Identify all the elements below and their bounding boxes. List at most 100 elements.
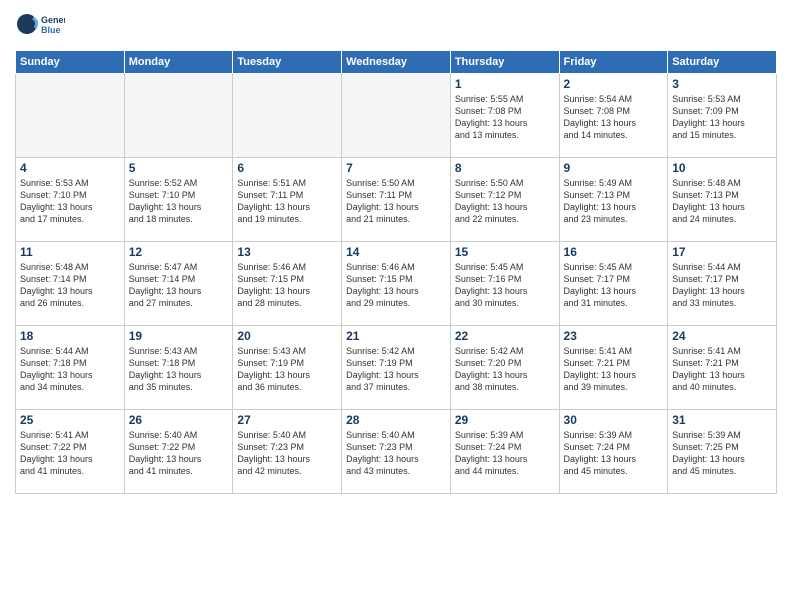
calendar-cell: 12Sunrise: 5:47 AM Sunset: 7:14 PM Dayli… [124,242,233,326]
day-number: 26 [129,413,229,427]
calendar-cell: 31 Sunrise: 5:39 AM Sunset: 7:25 PM Dayli… [668,410,777,494]
logo-svg: GeneralBlue [15,10,65,42]
day-info: Sunrise: 5:39 AM Sunset: 7:24 PM Dayligh… [564,429,664,478]
day-info: Sunrise: 5:50 AM Sunset: 7:12 PM Dayligh… [455,177,555,226]
day-number: 19 [129,329,229,343]
calendar-cell: 9 Sunrise: 5:49 AM Sunset: 7:13 PM Daylig… [559,158,668,242]
day-info: Sunrise: 5:45 AM Sunset: 7:16 PM Dayligh… [455,261,555,310]
calendar-cell: 19Sunrise: 5:43 AM Sunset: 7:18 PM Dayli… [124,326,233,410]
weekday-header-friday: Friday [559,51,668,74]
day-info: Sunrise: 5:49 AM Sunset: 7:13 PM Dayligh… [564,177,664,226]
calendar-cell: 6Sunrise: 5:51 AM Sunset: 7:11 PM Daylig… [233,158,342,242]
day-number: 5 [129,161,229,175]
page: GeneralBlue SundayMondayTuesdayWednesday… [0,0,792,612]
day-number: 17 [672,245,772,259]
day-info: Sunrise: 5:41 AM Sunset: 7:21 PM Dayligh… [564,345,664,394]
calendar-cell: 10 Sunrise: 5:48 AM Sunset: 7:13 PM Dayli… [668,158,777,242]
day-info: Sunrise: 5:42 AM Sunset: 7:19 PM Dayligh… [346,345,446,394]
calendar-cell [124,74,233,158]
weekday-header-monday: Monday [124,51,233,74]
calendar-cell: 4 Sunrise: 5:53 AM Sunset: 7:10 PM Daylig… [16,158,125,242]
weekday-header-thursday: Thursday [450,51,559,74]
calendar-cell: 3 Sunrise: 5:53 AM Sunset: 7:09 PM Daylig… [668,74,777,158]
calendar-week-3: 18Sunrise: 5:44 AM Sunset: 7:18 PM Dayli… [16,326,777,410]
day-number: 16 [564,245,664,259]
calendar-cell: 16 Sunrise: 5:45 AM Sunset: 7:17 PM Dayli… [559,242,668,326]
day-info: Sunrise: 5:39 AM Sunset: 7:24 PM Dayligh… [455,429,555,478]
day-number: 22 [455,329,555,343]
day-info: Sunrise: 5:46 AM Sunset: 7:15 PM Dayligh… [237,261,337,310]
day-number: 27 [237,413,337,427]
day-number: 8 [455,161,555,175]
day-info: Sunrise: 5:40 AM Sunset: 7:23 PM Dayligh… [346,429,446,478]
calendar-cell: 2Sunrise: 5:54 AM Sunset: 7:08 PM Daylig… [559,74,668,158]
calendar-cell: 11 Sunrise: 5:48 AM Sunset: 7:14 PM Dayli… [16,242,125,326]
day-info: Sunrise: 5:48 AM Sunset: 7:14 PM Dayligh… [20,261,120,310]
calendar-cell: 17 Sunrise: 5:44 AM Sunset: 7:17 PM Dayli… [668,242,777,326]
weekday-header-saturday: Saturday [668,51,777,74]
calendar-cell: 20Sunrise: 5:43 AM Sunset: 7:19 PM Dayli… [233,326,342,410]
calendar-cell: 23 Sunrise: 5:41 AM Sunset: 7:21 PM Dayli… [559,326,668,410]
calendar-cell: 14 Sunrise: 5:46 AM Sunset: 7:15 PM Dayli… [342,242,451,326]
day-number: 3 [672,77,772,91]
day-number: 7 [346,161,446,175]
calendar-cell: 18Sunrise: 5:44 AM Sunset: 7:18 PM Dayli… [16,326,125,410]
day-info: Sunrise: 5:42 AM Sunset: 7:20 PM Dayligh… [455,345,555,394]
calendar-cell: 24 Sunrise: 5:41 AM Sunset: 7:21 PM Dayli… [668,326,777,410]
day-number: 28 [346,413,446,427]
day-number: 11 [20,245,120,259]
calendar-week-1: 4 Sunrise: 5:53 AM Sunset: 7:10 PM Daylig… [16,158,777,242]
day-info: Sunrise: 5:41 AM Sunset: 7:21 PM Dayligh… [672,345,772,394]
calendar-cell: 22 Sunrise: 5:42 AM Sunset: 7:20 PM Dayli… [450,326,559,410]
calendar-cell: 15Sunrise: 5:45 AM Sunset: 7:16 PM Dayli… [450,242,559,326]
day-number: 23 [564,329,664,343]
calendar-cell: 13 Sunrise: 5:46 AM Sunset: 7:15 PM Dayli… [233,242,342,326]
day-info: Sunrise: 5:39 AM Sunset: 7:25 PM Dayligh… [672,429,772,478]
day-info: Sunrise: 5:53 AM Sunset: 7:10 PM Dayligh… [20,177,120,226]
calendar-cell: 21 Sunrise: 5:42 AM Sunset: 7:19 PM Dayli… [342,326,451,410]
day-info: Sunrise: 5:55 AM Sunset: 7:08 PM Dayligh… [455,93,555,142]
day-number: 1 [455,77,555,91]
calendar-cell: 28 Sunrise: 5:40 AM Sunset: 7:23 PM Dayli… [342,410,451,494]
day-number: 25 [20,413,120,427]
weekday-header-row: SundayMondayTuesdayWednesdayThursdayFrid… [16,51,777,74]
calendar-table: SundayMondayTuesdayWednesdayThursdayFrid… [15,50,777,494]
logo: GeneralBlue [15,10,65,42]
calendar-cell: 1 Sunrise: 5:55 AM Sunset: 7:08 PM Daylig… [450,74,559,158]
weekday-header-wednesday: Wednesday [342,51,451,74]
day-number: 21 [346,329,446,343]
day-info: Sunrise: 5:48 AM Sunset: 7:13 PM Dayligh… [672,177,772,226]
day-info: Sunrise: 5:43 AM Sunset: 7:19 PM Dayligh… [237,345,337,394]
calendar-week-4: 25 Sunrise: 5:41 AM Sunset: 7:22 PM Dayli… [16,410,777,494]
day-info: Sunrise: 5:45 AM Sunset: 7:17 PM Dayligh… [564,261,664,310]
day-info: Sunrise: 5:50 AM Sunset: 7:11 PM Dayligh… [346,177,446,226]
day-info: Sunrise: 5:40 AM Sunset: 7:23 PM Dayligh… [237,429,337,478]
day-number: 24 [672,329,772,343]
day-number: 18 [20,329,120,343]
calendar-cell: 29Sunrise: 5:39 AM Sunset: 7:24 PM Dayli… [450,410,559,494]
day-number: 4 [20,161,120,175]
day-number: 13 [237,245,337,259]
weekday-header-tuesday: Tuesday [233,51,342,74]
day-info: Sunrise: 5:41 AM Sunset: 7:22 PM Dayligh… [20,429,120,478]
day-number: 12 [129,245,229,259]
day-info: Sunrise: 5:46 AM Sunset: 7:15 PM Dayligh… [346,261,446,310]
day-info: Sunrise: 5:40 AM Sunset: 7:22 PM Dayligh… [129,429,229,478]
day-number: 9 [564,161,664,175]
calendar-week-0: 1 Sunrise: 5:55 AM Sunset: 7:08 PM Daylig… [16,74,777,158]
day-number: 30 [564,413,664,427]
day-number: 10 [672,161,772,175]
svg-text:Blue: Blue [41,25,61,35]
day-number: 6 [237,161,337,175]
calendar-cell [16,74,125,158]
day-info: Sunrise: 5:52 AM Sunset: 7:10 PM Dayligh… [129,177,229,226]
day-number: 14 [346,245,446,259]
calendar-cell: 5 Sunrise: 5:52 AM Sunset: 7:10 PM Daylig… [124,158,233,242]
day-number: 31 [672,413,772,427]
calendar-cell: 25 Sunrise: 5:41 AM Sunset: 7:22 PM Dayli… [16,410,125,494]
day-info: Sunrise: 5:53 AM Sunset: 7:09 PM Dayligh… [672,93,772,142]
day-info: Sunrise: 5:54 AM Sunset: 7:08 PM Dayligh… [564,93,664,142]
day-info: Sunrise: 5:44 AM Sunset: 7:17 PM Dayligh… [672,261,772,310]
calendar-cell [233,74,342,158]
calendar-cell: 8 Sunrise: 5:50 AM Sunset: 7:12 PM Daylig… [450,158,559,242]
